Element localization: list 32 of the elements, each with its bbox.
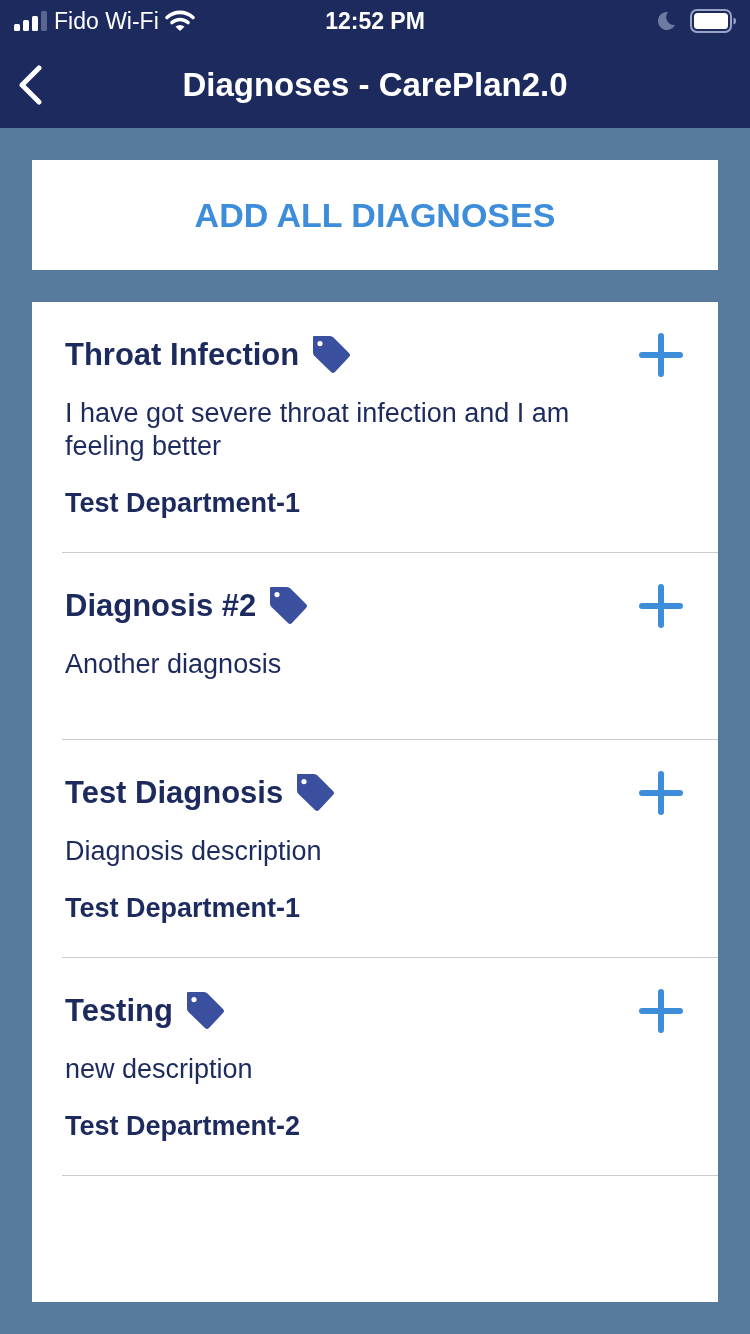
battery-icon <box>690 9 736 33</box>
carrier-name: Fido Wi-Fi <box>54 7 159 35</box>
add-diagnosis-button[interactable] <box>638 988 684 1034</box>
diagnosis-title: Test Diagnosis <box>65 775 284 811</box>
plus-icon <box>639 989 683 1033</box>
add-diagnosis-button[interactable] <box>638 583 684 629</box>
add-diagnosis-button[interactable] <box>638 770 684 816</box>
signal-icon <box>14 11 48 31</box>
diagnosis-title: Diagnosis #2 <box>65 588 257 624</box>
wifi-icon <box>164 10 195 32</box>
tag-icon <box>184 990 225 1032</box>
plus-icon <box>639 333 683 377</box>
status-time: 12:52 PM <box>325 7 425 35</box>
tag-icon <box>311 334 352 376</box>
back-chevron-icon <box>17 65 43 105</box>
tag-icon <box>268 585 309 627</box>
diagnosis-description: I have got severe throat infection and I am feeling better <box>65 397 571 463</box>
diagnosis-title: Testing <box>65 993 173 1029</box>
diagnosis-description: Another diagnosis <box>65 648 283 681</box>
diagnosis-description: new description <box>65 1053 254 1086</box>
diagnosis-description: Diagnosis description <box>65 835 323 868</box>
diagnosis-department: Test Department-2 <box>65 1110 302 1143</box>
add-diagnosis-button[interactable] <box>638 332 684 378</box>
diagnosis-department: Test Department-1 <box>65 487 302 520</box>
moon-icon <box>656 11 676 31</box>
plus-icon <box>639 584 683 628</box>
add-all-diagnoses-button[interactable]: ADD ALL DIAGNOSES <box>32 160 718 270</box>
diagnosis-title: Throat Infection <box>65 337 300 373</box>
diagnosis-department: Test Department-1 <box>65 892 302 925</box>
screen-title: Diagnoses - CarePlan2.0 <box>182 66 568 104</box>
tag-icon <box>295 772 336 814</box>
plus-icon <box>639 771 683 815</box>
